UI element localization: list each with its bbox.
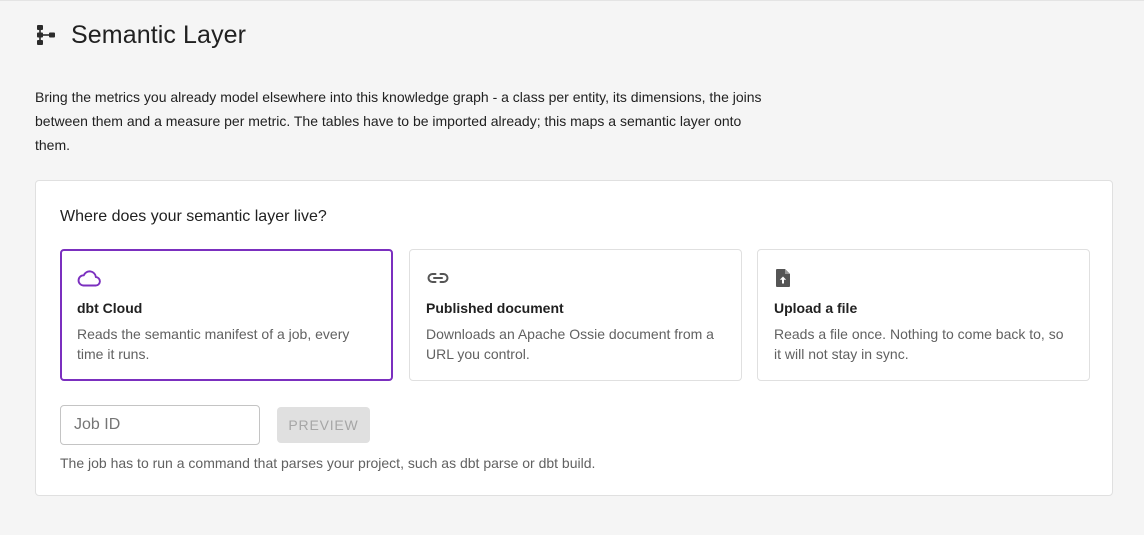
source-card-description: Reads a file once. Nothing to come back … [774, 326, 1064, 362]
source-card-description: Downloads an Apache Ossie document from … [426, 326, 714, 362]
link-icon [426, 267, 450, 289]
source-question: Where does your semantic layer live? [60, 208, 327, 225]
source-card-upload-file[interactable]: Upload a file Reads a file once. Nothing… [757, 249, 1090, 381]
cloud-icon [77, 267, 101, 289]
preview-button[interactable]: PREVIEW [277, 407, 370, 443]
page-header: Semantic Layer [35, 18, 246, 52]
job-id-input[interactable] [60, 405, 260, 445]
source-card-title: Upload a file [774, 300, 858, 316]
job-id-helper-text: The job has to run a command that parses… [60, 455, 596, 471]
source-card-description: Reads the semantic manifest of a job, ev… [77, 326, 350, 362]
intro-text: Bring the metrics you already model else… [35, 89, 762, 153]
file-upload-icon [774, 267, 798, 289]
source-card-title: dbt Cloud [77, 300, 143, 316]
page-title: Semantic Layer [71, 20, 247, 49]
source-card-published-document[interactable]: Published document Downloads an Apache O… [409, 249, 742, 381]
top-divider [0, 0, 1144, 1]
schema-icon [35, 23, 57, 47]
source-card-title: Published document [426, 300, 564, 316]
source-card-dbt-cloud[interactable]: dbt Cloud Reads the semantic manifest of… [60, 249, 393, 381]
source-panel: Where does your semantic layer live? dbt… [35, 180, 1113, 496]
